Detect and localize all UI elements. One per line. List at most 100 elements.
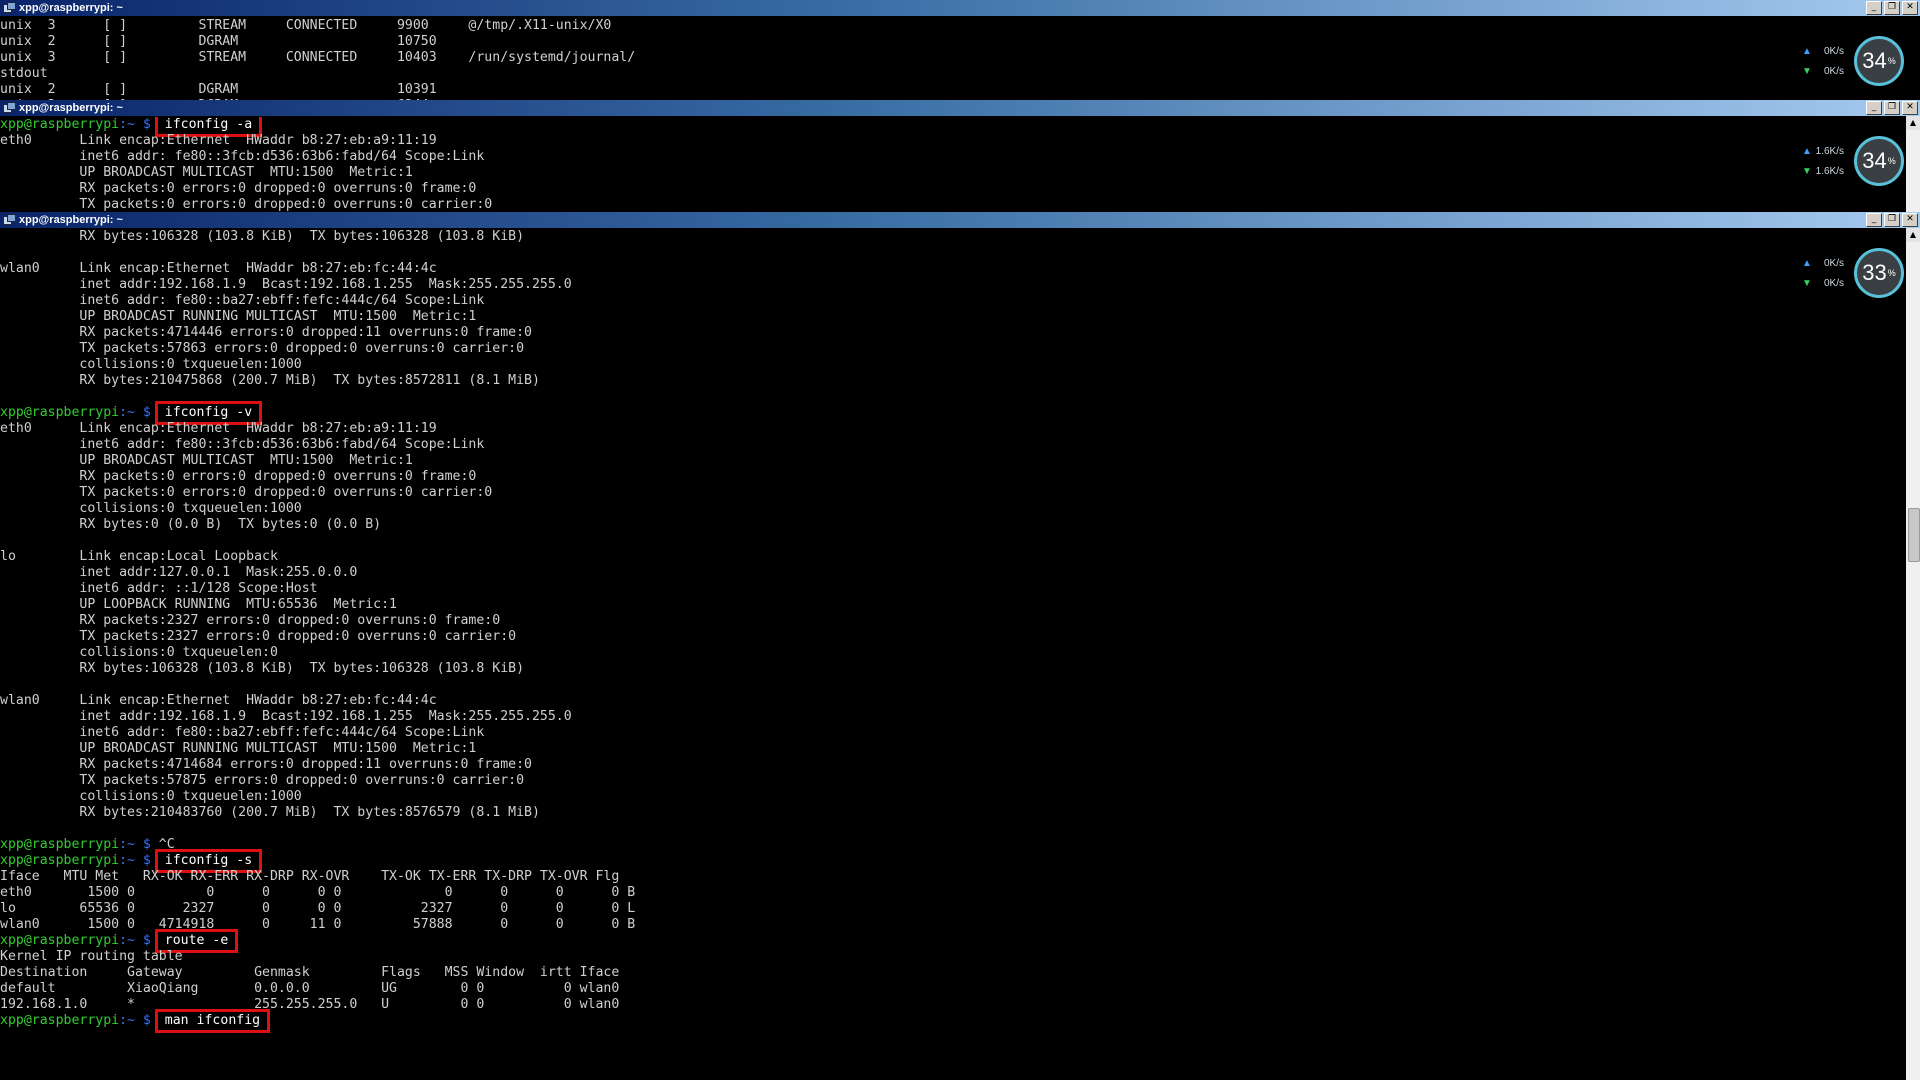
upload-arrow-icon: ▲ bbox=[1802, 146, 1812, 157]
gauge-unit: % bbox=[1887, 156, 1896, 166]
prompt-line: xpp@raspberrypi:~ $ ifconfig -v bbox=[0, 401, 1906, 425]
close-button[interactable]: ✕ bbox=[1902, 101, 1918, 115]
scroll-up-arrow-icon[interactable]: ▲ bbox=[1906, 228, 1920, 242]
putty-icon bbox=[3, 2, 16, 14]
output-line: collisions:0 txqueuelen:1000 bbox=[0, 501, 302, 516]
network-monitor-widget: ▲ 1.6K/s ▼ 1.6K/s 34% bbox=[1794, 136, 1904, 186]
output-line: TX packets:2327 errors:0 dropped:0 overr… bbox=[0, 629, 517, 644]
output-line: unix 3 [ ] STREAM CONNECTED 10403 /run/s… bbox=[0, 50, 636, 65]
minimize-button[interactable]: _ bbox=[1866, 213, 1882, 227]
gauge-unit: % bbox=[1887, 268, 1896, 278]
terminal-output[interactable]: RX bytes:106328 (103.8 KiB) TX bytes:106… bbox=[0, 229, 1906, 1080]
terminal-window-2[interactable]: xpp@raspberrypi: ~ _ ❐ ✕ xpp@raspberrypi… bbox=[0, 100, 1920, 212]
output-line: RX packets:4714446 errors:0 dropped:11 o… bbox=[0, 325, 532, 340]
download-rate: ▼ 1.6K/s bbox=[1794, 162, 1854, 182]
minimize-button[interactable]: _ bbox=[1866, 1, 1882, 15]
close-button[interactable]: ✕ bbox=[1902, 213, 1918, 227]
terminal-window-3[interactable]: xpp@raspberrypi: ~ _ ❐ ✕ RX bytes:106328… bbox=[0, 212, 1920, 1080]
terminal-output[interactable]: xpp@raspberrypi:~ $ ifconfig -a eth0 Link… bbox=[0, 117, 1906, 212]
prompt-path: :~ $ bbox=[119, 933, 159, 948]
command-text: ifconfig -s bbox=[154, 849, 263, 873]
prompt-path: :~ $ bbox=[119, 405, 159, 420]
output-line: collisions:0 txqueuelen:1000 bbox=[0, 357, 302, 372]
output-line: UP BROADCAST MULTICAST MTU:1500 Metric:1 bbox=[0, 165, 413, 180]
scrollbar[interactable]: ▲ bbox=[1906, 116, 1920, 212]
command-text: ifconfig -a bbox=[154, 117, 263, 137]
output-line: lo Link encap:Local Loopback bbox=[0, 549, 278, 564]
output-line: stdout bbox=[0, 66, 48, 81]
restore-button[interactable]: ❐ bbox=[1884, 1, 1900, 15]
output-line: inet6 addr: fe80::ba27:ebff:fefc:444c/64… bbox=[0, 293, 485, 308]
output-line: TX packets:0 errors:0 dropped:0 overruns… bbox=[0, 485, 493, 500]
download-arrow-icon: ▼ bbox=[1802, 278, 1812, 289]
prompt-line: xpp@raspberrypi:~ $ man ifconfig bbox=[0, 1009, 1906, 1033]
output-line: RX bytes:106328 (103.8 KiB) TX bytes:106… bbox=[0, 229, 525, 244]
minimize-button[interactable]: _ bbox=[1866, 101, 1882, 115]
output-line: Destination Gateway Genmask Flags MSS Wi… bbox=[0, 965, 620, 980]
output-line: RX packets:2327 errors:0 dropped:0 overr… bbox=[0, 613, 501, 628]
output-line: inet addr:192.168.1.9 Bcast:192.168.1.25… bbox=[0, 709, 572, 724]
scroll-up-arrow-icon[interactable]: ▲ bbox=[1906, 116, 1920, 130]
output-line: RX packets:0 errors:0 dropped:0 overruns… bbox=[0, 469, 477, 484]
output-line: unix 3 [ ] STREAM CONNECTED 9900 @/tmp/.… bbox=[0, 18, 612, 33]
cpu-usage-gauge: 33% bbox=[1854, 248, 1904, 298]
output-line: RX packets:0 errors:0 dropped:0 overruns… bbox=[0, 181, 477, 196]
prompt-host: xpp@raspberrypi bbox=[0, 853, 120, 868]
title-bar[interactable]: xpp@raspberrypi: ~ _ ❐ ✕ bbox=[0, 212, 1920, 228]
output-line: UP BROADCAST RUNNING MULTICAST MTU:1500 … bbox=[0, 309, 477, 324]
prompt-line: xpp@raspberrypi:~ $ ^C bbox=[0, 837, 1906, 853]
window-title: xpp@raspberrypi: ~ bbox=[19, 102, 123, 114]
output-line: UP BROADCAST RUNNING MULTICAST MTU:1500 … bbox=[0, 741, 477, 756]
scrollbar-thumb[interactable] bbox=[1908, 508, 1920, 562]
output-line: collisions:0 txqueuelen:0 bbox=[0, 645, 278, 660]
download-arrow-icon: ▼ bbox=[1802, 166, 1812, 177]
output-line: inet6 addr: ::1/128 Scope:Host bbox=[0, 581, 318, 596]
output-line: collisions:0 txqueuelen:1000 bbox=[0, 789, 302, 804]
output-line: TX packets:57863 errors:0 dropped:0 over… bbox=[0, 341, 525, 356]
gauge-value: 33 bbox=[1862, 260, 1887, 285]
gauge-unit: % bbox=[1887, 56, 1896, 66]
close-button[interactable]: ✕ bbox=[1902, 1, 1918, 15]
network-monitor-widget: ▲ 0K/s ▼ 0K/s 34% bbox=[1794, 36, 1904, 86]
output-line: Iface MTU Met RX-OK RX-ERR RX-DRP RX-OVR… bbox=[0, 869, 620, 884]
output-line: 192.168.1.0 * 255.255.255.0 U 0 0 0 wlan… bbox=[0, 997, 620, 1012]
output-line: wlan0 1500 0 4714918 0 11 0 57888 0 0 0 … bbox=[0, 917, 636, 932]
cpu-usage-gauge: 34% bbox=[1854, 36, 1904, 86]
command-text: ^C bbox=[158, 837, 175, 852]
network-monitor-widget: ▲ 0K/s ▼ 0K/s 33% bbox=[1794, 248, 1904, 298]
terminal-window-1[interactable]: xpp@raspberrypi: ~ _ ❐ ✕ unix 3 [ ] STRE… bbox=[0, 0, 1920, 100]
title-bar[interactable]: xpp@raspberrypi: ~ _ ❐ ✕ bbox=[0, 0, 1920, 16]
prompt-line: xpp@raspberrypi:~ $ ifconfig -s bbox=[0, 849, 1906, 873]
output-line: inet addr:192.168.1.9 Bcast:192.168.1.25… bbox=[0, 277, 572, 292]
output-line: RX bytes:0 (0.0 B) TX bytes:0 (0.0 B) bbox=[0, 517, 382, 532]
prompt-host: xpp@raspberrypi bbox=[0, 117, 120, 132]
restore-button[interactable]: ❐ bbox=[1884, 213, 1900, 227]
prompt-path: :~ $ bbox=[119, 1013, 159, 1028]
output-line: RX packets:4714684 errors:0 dropped:11 o… bbox=[0, 757, 532, 772]
output-line: inet6 addr: fe80::3fcb:d536:63b6:fabd/64… bbox=[0, 437, 485, 452]
terminal-output[interactable]: unix 3 [ ] STREAM CONNECTED 9900 @/tmp/.… bbox=[0, 18, 1906, 100]
output-line: default XiaoQiang 0.0.0.0 UG 0 0 0 wlan0 bbox=[0, 981, 620, 996]
output-line: TX packets:0 errors:0 dropped:0 overruns… bbox=[0, 197, 493, 212]
prompt-host: xpp@raspberrypi bbox=[0, 933, 120, 948]
output-line: wlan0 Link encap:Ethernet HWaddr b8:27:e… bbox=[0, 693, 437, 708]
output-line: unix 2 [ ] DGRAM 10750 bbox=[0, 34, 437, 49]
prompt-line: xpp@raspberrypi:~ $ route -e bbox=[0, 929, 1906, 953]
command-text: ifconfig -v bbox=[154, 401, 263, 425]
download-rate: ▼ 0K/s bbox=[1794, 274, 1854, 294]
restore-button[interactable]: ❐ bbox=[1884, 101, 1900, 115]
output-line: lo 65536 0 2327 0 0 0 2327 0 0 0 L bbox=[0, 901, 636, 916]
putty-icon bbox=[3, 102, 16, 114]
window-title: xpp@raspberrypi: ~ bbox=[19, 214, 123, 226]
upload-arrow-icon: ▲ bbox=[1802, 46, 1812, 57]
prompt-host: xpp@raspberrypi bbox=[0, 837, 120, 852]
cpu-usage-gauge: 34% bbox=[1854, 136, 1904, 186]
prompt-path: :~ $ bbox=[119, 117, 159, 132]
scrollbar[interactable]: ▲ bbox=[1906, 228, 1920, 1080]
output-line: TX packets:57875 errors:0 dropped:0 over… bbox=[0, 773, 525, 788]
title-bar[interactable]: xpp@raspberrypi: ~ _ ❐ ✕ bbox=[0, 100, 1920, 116]
